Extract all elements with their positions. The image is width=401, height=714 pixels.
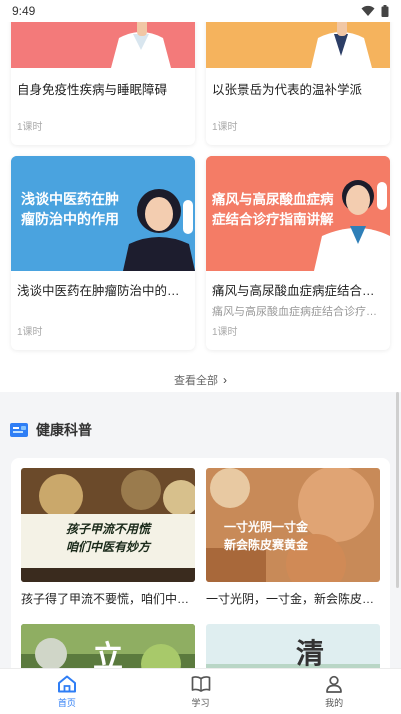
chevron-right-icon: › xyxy=(223,373,228,387)
course-title: 痛风与高尿酸血症病症结合诊疗指南讲解 xyxy=(212,284,390,298)
course-subtitle: 痛风与高尿酸血症病症结合诊疗指南讲解 xyxy=(212,306,390,318)
view-all-link[interactable]: 查看全部 › xyxy=(0,372,401,388)
app-screen: 9:49 自身免疫性疾病与睡眠障碍 1课时 以张景岳为代表的温补学派 1课时 浅… xyxy=(0,0,401,714)
video-thumbnail: 孩子甲流不用慌 咱们中医有妙方 xyxy=(21,468,195,582)
video-list-icon xyxy=(10,423,28,437)
tab-label: 我的 xyxy=(325,697,344,708)
course-lessons: 1课时 xyxy=(17,327,43,338)
video-thumb-text: 一寸光阴一寸金 新会陈皮赛黄金 xyxy=(224,520,309,552)
tab-label: 学习 xyxy=(191,697,210,708)
course-lessons: 1课时 xyxy=(17,122,43,133)
tab-study[interactable]: 学习 xyxy=(134,669,268,714)
bottom-tab-bar: 首页 学习 我的 xyxy=(0,668,401,714)
science-video-card[interactable]: 一寸光阴一寸金 新会陈皮赛黄金 一寸光阴，一寸金，新会陈皮赛黄金 xyxy=(206,468,380,607)
scrollbar[interactable] xyxy=(396,392,399,588)
health-science-header: 健康科普 xyxy=(10,420,92,440)
video-thumb-text: 孩子甲流不用慌 咱们中医有妙方 xyxy=(65,522,150,554)
wifi-icon xyxy=(361,5,375,16)
course-thumbnail: 浅谈中医药在肿瘤防治中的作用 xyxy=(11,156,195,271)
status-bar: 9:49 xyxy=(0,0,401,22)
course-thumb-text: 痛风与高尿酸血症病症结合诊疗指南讲解 xyxy=(212,192,334,228)
course-title: 浅谈中医药在肿瘤防治中的作用 xyxy=(17,284,193,298)
status-icons xyxy=(361,5,389,17)
tab-profile[interactable]: 我的 xyxy=(267,669,401,714)
course-lessons: 1课时 xyxy=(212,122,238,133)
section-title: 健康科普 xyxy=(36,422,92,438)
video-title: 一寸光阴，一寸金，新会陈皮赛黄金 xyxy=(206,592,380,606)
course-card[interactable]: 浅谈中医药在肿瘤防治中的作用 浅谈中医药在肿瘤防治中的作用 1课时 xyxy=(11,156,195,350)
home-icon xyxy=(57,675,76,692)
video-thumbnail: 一寸光阴一寸金 新会陈皮赛黄金 xyxy=(206,468,380,582)
book-icon xyxy=(191,675,210,692)
course-card[interactable]: 痛风与高尿酸血症病症结合诊疗指南讲解 痛风与高尿酸血症病症结合诊疗指南讲解 痛风… xyxy=(206,156,390,350)
course-title: 以张景岳为代表的温补学派 xyxy=(212,83,363,97)
battery-icon xyxy=(381,5,389,17)
science-video-card[interactable]: 孩子甲流不用慌 咱们中医有妙方 孩子得了甲流不要慌，咱们中医有妙方 xyxy=(21,468,195,607)
tab-label: 首页 xyxy=(57,697,76,708)
user-icon xyxy=(326,675,343,693)
course-lessons: 1课时 xyxy=(212,327,238,338)
course-title: 自身免疫性疾病与睡眠障碍 xyxy=(17,83,168,97)
status-time: 9:49 xyxy=(12,4,36,18)
view-all-label: 查看全部 xyxy=(173,375,218,387)
tab-home[interactable]: 首页 xyxy=(0,669,134,714)
video-thumb-text: 清 xyxy=(296,637,325,670)
course-thumb-text: 浅谈中医药在肿瘤防治中的作用 xyxy=(21,192,119,228)
course-thumbnail: 痛风与高尿酸血症病症结合诊疗指南讲解 xyxy=(206,156,390,271)
video-title: 孩子得了甲流不要慌，咱们中医有妙方 xyxy=(21,592,195,606)
